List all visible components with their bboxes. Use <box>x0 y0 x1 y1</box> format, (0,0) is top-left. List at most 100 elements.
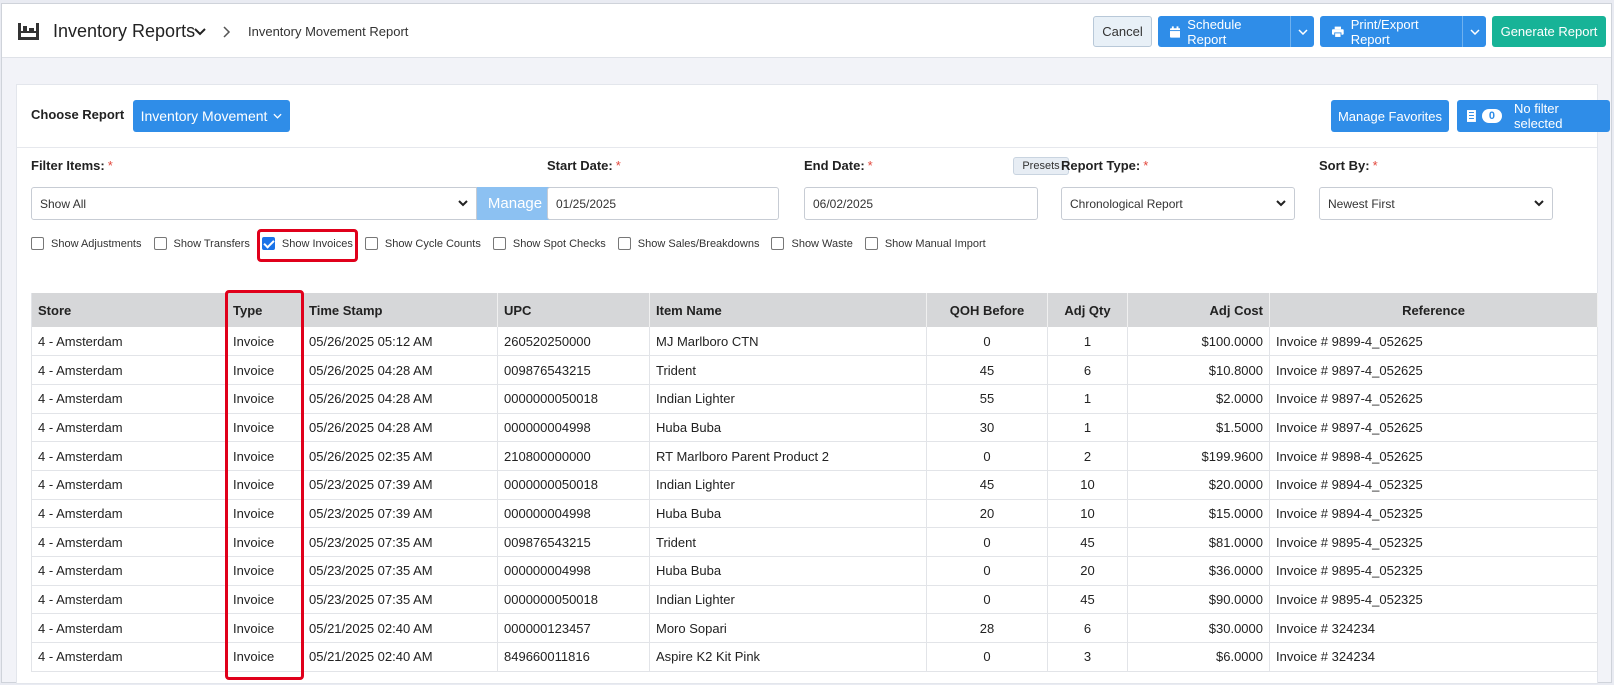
manage-favorites-button[interactable]: Manage Favorites <box>1331 100 1449 132</box>
column-header-adj-cost[interactable]: Adj Cost <box>1127 293 1270 327</box>
cell-qoh-before: 0 <box>926 527 1048 557</box>
cell-type: Invoice <box>226 499 303 529</box>
cell-item-name: Indian Lighter <box>649 470 927 500</box>
cell-adj-qty: 2 <box>1047 441 1128 471</box>
filter-items-select[interactable]: Show All <box>31 187 477 220</box>
schedule-report-dropdown[interactable] <box>1290 16 1314 47</box>
checkbox-show-spot-checks[interactable]: Show Spot Checks <box>492 237 606 250</box>
cell-adj-cost: $81.0000 <box>1127 527 1270 557</box>
chevron-down-icon[interactable] <box>194 28 206 36</box>
calendar-icon <box>1170 25 1181 38</box>
cell-adj-cost: $1.5000 <box>1127 413 1270 443</box>
movement-table: Store Type Time Stamp UPC Item Name QOH … <box>31 293 1598 672</box>
cell-type: Invoice <box>226 355 303 385</box>
cell-upc: 0000000050018 <box>497 585 650 615</box>
checkbox-box[interactable] <box>617 237 631 250</box>
checkbox-box[interactable] <box>771 237 785 250</box>
table-row[interactable]: 4 - Amsterdam Invoice 05/26/2025 05:12 AM 2… <box>31 327 1598 357</box>
choose-report-value: Inventory Movement <box>140 108 268 124</box>
schedule-report-label: Schedule Report <box>1187 16 1242 47</box>
report-type-select[interactable]: Chronological Report <box>1061 187 1295 220</box>
cell-store: 4 - Amsterdam <box>31 613 227 644</box>
table-row[interactable]: 4 - Amsterdam Invoice 05/23/2025 07:35 AM 0… <box>31 585 1598 615</box>
table-row[interactable]: 4 - Amsterdam Invoice 05/26/2025 04:28 AM 0… <box>31 413 1598 443</box>
print-export-button[interactable]: Print/Export Report <box>1320 16 1462 47</box>
chevron-down-icon <box>458 200 468 207</box>
sort-by-select[interactable]: Newest First <box>1319 187 1553 220</box>
checkbox-box[interactable] <box>31 237 44 250</box>
table-row[interactable]: 4 - Amsterdam Invoice 05/26/2025 04:28 AM 0… <box>31 355 1598 385</box>
table-row[interactable]: 4 - Amsterdam Invoice 05/23/2025 07:39 AM 0… <box>31 499 1598 529</box>
cell-item-name: Aspire K2 Kit Pink <box>649 642 927 672</box>
cell-reference: Invoice # 9898-4_052625 <box>1269 441 1598 471</box>
checkbox-show-waste[interactable]: Show Waste <box>771 237 853 250</box>
cell-type: Invoice <box>226 384 303 414</box>
cell-store: 4 - Amsterdam <box>31 585 227 615</box>
cell-item-name: Huba Buba <box>649 413 927 443</box>
report-type-value: Chronological Report <box>1070 196 1183 211</box>
cell-type: Invoice <box>226 613 303 644</box>
cell-item-name: Huba Buba <box>649 556 927 586</box>
page-header: Inventory Reports Inventory Movement Rep… <box>2 4 1611 58</box>
column-header-time-stamp[interactable]: Time Stamp <box>302 293 498 327</box>
checkbox-show-cycle-counts[interactable]: Show Cycle Counts <box>364 237 481 250</box>
choose-report-dropdown[interactable]: Inventory Movement <box>133 100 290 132</box>
cancel-button[interactable]: Cancel <box>1093 16 1152 47</box>
checkbox-box[interactable] <box>153 237 167 250</box>
column-header-adj-qty[interactable]: Adj Qty <box>1047 293 1128 327</box>
column-header-store[interactable]: Store <box>31 293 227 327</box>
cell-store: 4 - Amsterdam <box>31 355 227 385</box>
column-header-reference[interactable]: Reference <box>1269 293 1598 327</box>
cell-adj-qty: 10 <box>1047 470 1128 500</box>
cell-time-stamp: 05/23/2025 07:39 AM <box>302 470 498 500</box>
end-date-value: 06/02/2025 <box>813 196 874 211</box>
generate-report-button[interactable]: Generate Report <box>1492 16 1606 47</box>
cell-store: 4 - Amsterdam <box>31 470 227 500</box>
table-row[interactable]: 4 - Amsterdam Invoice 05/23/2025 07:39 AM 0… <box>31 470 1598 500</box>
cell-upc: 009876543215 <box>497 527 650 557</box>
checkbox-show-sales-breakdowns[interactable]: Show Sales/Breakdowns <box>617 237 759 250</box>
cell-store: 4 - Amsterdam <box>31 499 227 529</box>
cell-time-stamp: 05/26/2025 04:28 AM <box>302 384 498 414</box>
print-export-label: Print/Export Report <box>1350 16 1419 47</box>
table-row[interactable]: 4 - Amsterdam Invoice 05/23/2025 07:35 AM 0… <box>31 556 1598 586</box>
cell-time-stamp: 05/26/2025 02:35 AM <box>302 441 498 471</box>
filter-items-value: Show All <box>40 196 87 211</box>
chevron-down-icon <box>1276 200 1286 207</box>
filter-status-button[interactable]: 0 No filter selected <box>1457 100 1610 132</box>
checkbox-box[interactable] <box>864 237 878 250</box>
cell-adj-cost: $90.0000 <box>1127 585 1270 615</box>
print-export-dropdown[interactable] <box>1462 16 1486 47</box>
schedule-report-button[interactable]: Schedule Report <box>1158 16 1290 47</box>
checkbox-show-adjustments[interactable]: Show Adjustments <box>31 237 142 250</box>
table-row[interactable]: 4 - Amsterdam Invoice 05/21/2025 02:40 AM 8… <box>31 642 1598 672</box>
column-header-item-name[interactable]: Item Name <box>649 293 927 327</box>
cell-reference: Invoice # 324234 <box>1269 642 1598 672</box>
cell-time-stamp: 05/23/2025 07:35 AM <box>302 527 498 557</box>
cell-upc: 000000123457 <box>497 613 650 644</box>
checkbox-show-manual-import[interactable]: Show Manual Import <box>864 237 986 250</box>
table-row[interactable]: 4 - Amsterdam Invoice 05/26/2025 02:35 AM 2… <box>31 441 1598 471</box>
cell-reference: Invoice # 9894-4_052325 <box>1269 470 1598 500</box>
cell-adj-cost: $15.0000 <box>1127 499 1270 529</box>
column-header-qoh-before[interactable]: QOH Before <box>926 293 1048 327</box>
end-date-input[interactable]: 06/02/2025 <box>804 187 1038 220</box>
cell-item-name: Moro Sopari <box>649 613 927 644</box>
table-row[interactable]: 4 - Amsterdam Invoice 05/21/2025 02:40 AM 0… <box>31 613 1598 644</box>
column-header-type[interactable]: Type <box>226 293 303 327</box>
start-date-input[interactable]: 01/25/2025 <box>547 187 779 220</box>
cell-type: Invoice <box>226 413 303 443</box>
start-date-label: Start Date: * <box>547 158 621 173</box>
app-title[interactable]: Inventory Reports <box>53 21 195 42</box>
cell-qoh-before: 0 <box>926 441 1048 471</box>
table-row[interactable]: 4 - Amsterdam Invoice 05/26/2025 04:28 AM 0… <box>31 384 1598 414</box>
manage-items-button[interactable]: Manage <box>477 187 553 220</box>
table-row[interactable]: 4 - Amsterdam Invoice 05/23/2025 07:35 AM 0… <box>31 527 1598 557</box>
filter-count-badge: 0 <box>1481 109 1503 123</box>
checkbox-box[interactable] <box>492 237 506 250</box>
cell-qoh-before: 0 <box>926 642 1048 672</box>
table-header-row: Store Type Time Stamp UPC Item Name QOH … <box>31 293 1598 327</box>
checkbox-show-transfers[interactable]: Show Transfers <box>153 237 250 250</box>
checkbox-box[interactable] <box>364 237 378 250</box>
column-header-upc[interactable]: UPC <box>497 293 650 327</box>
